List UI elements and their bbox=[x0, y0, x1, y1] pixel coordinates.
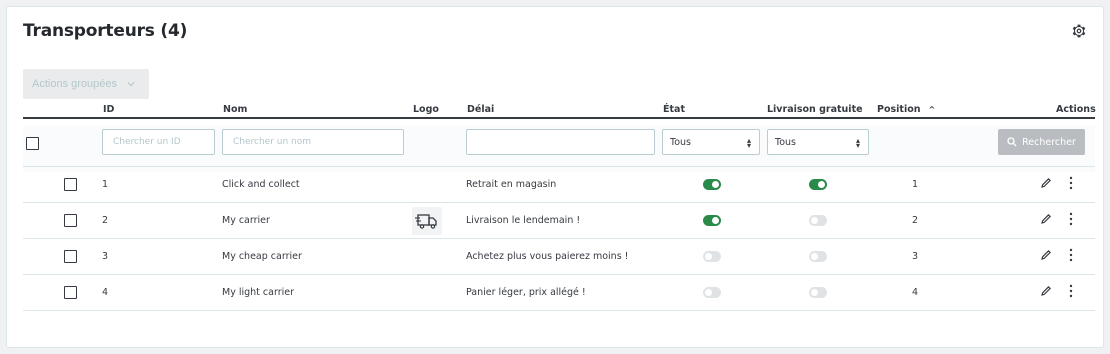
carriers-card: Transporteurs (4) Actions groupées ID No… bbox=[6, 6, 1104, 348]
state-toggle[interactable] bbox=[703, 287, 721, 298]
state-toggle[interactable] bbox=[703, 179, 721, 190]
free-shipping-filter-select[interactable]: Tous ▴ ▾ bbox=[767, 129, 869, 155]
row-id: 2 bbox=[102, 215, 109, 226]
toggle-knob bbox=[712, 181, 719, 188]
toggle-knob bbox=[705, 289, 712, 296]
gear-icon[interactable] bbox=[1071, 23, 1087, 39]
free-shipping-toggle[interactable] bbox=[809, 251, 827, 262]
table-row: 2 My carrier Livraison le lendemain ! 2 bbox=[23, 203, 1095, 239]
search-icon bbox=[1007, 137, 1017, 147]
delay-filter-input[interactable] bbox=[466, 129, 655, 155]
row-name: My carrier bbox=[222, 215, 270, 226]
state-filter-select[interactable]: Tous ▴ ▾ bbox=[662, 129, 760, 155]
toggle-knob bbox=[811, 253, 818, 260]
column-header-delay[interactable]: Délai bbox=[467, 104, 494, 115]
free-shipping-toggle[interactable] bbox=[809, 215, 827, 226]
bulk-actions-label: Actions groupées bbox=[32, 78, 117, 90]
search-button-label: Rechercher bbox=[1022, 136, 1076, 148]
row-position: 1 bbox=[912, 179, 919, 190]
row-checkbox[interactable] bbox=[64, 250, 77, 263]
delivery-truck-icon bbox=[415, 214, 437, 229]
more-actions-icon[interactable] bbox=[1069, 248, 1073, 262]
row-name: Click and collect bbox=[222, 179, 300, 190]
toggle-knob bbox=[705, 253, 712, 260]
table-row: 1 Click and collect Retrait en magasin 1 bbox=[23, 167, 1095, 203]
more-actions-icon[interactable] bbox=[1069, 212, 1073, 226]
row-id: 1 bbox=[102, 179, 109, 190]
table-row: 4 My light carrier Panier léger, prix al… bbox=[23, 275, 1095, 311]
row-delay: Panier léger, prix allégé ! bbox=[466, 287, 586, 298]
page-title: Transporteurs (4) bbox=[23, 21, 188, 41]
toggle-knob bbox=[811, 289, 818, 296]
row-id: 3 bbox=[102, 251, 109, 262]
column-header-state[interactable]: État bbox=[663, 104, 685, 115]
toggle-knob bbox=[818, 181, 825, 188]
id-filter-input[interactable]: Chercher un ID bbox=[102, 129, 215, 155]
row-position: 4 bbox=[912, 287, 919, 298]
name-filter-input[interactable]: Chercher un nom bbox=[222, 129, 404, 155]
edit-pencil-icon[interactable] bbox=[1040, 213, 1052, 225]
edit-pencil-icon[interactable] bbox=[1040, 177, 1052, 189]
carrier-logo bbox=[412, 207, 442, 235]
row-checkbox[interactable] bbox=[64, 178, 77, 191]
select-arrows-icon: ▴ ▾ bbox=[855, 136, 860, 150]
search-button[interactable]: Rechercher bbox=[998, 129, 1085, 155]
row-delay: Livraison le lendemain ! bbox=[466, 215, 581, 226]
row-position: 2 bbox=[912, 215, 919, 226]
position-header-label: Position bbox=[877, 104, 921, 115]
row-divider bbox=[23, 310, 1095, 311]
column-header-logo: Logo bbox=[413, 104, 439, 115]
bulk-actions-button[interactable]: Actions groupées bbox=[23, 69, 149, 99]
sort-asc-icon: ^ bbox=[928, 105, 936, 114]
chevron-down-icon bbox=[127, 82, 135, 87]
free-shipping-toggle[interactable] bbox=[809, 179, 827, 190]
header-divider bbox=[23, 117, 1095, 119]
row-name: My cheap carrier bbox=[222, 251, 302, 262]
more-actions-icon[interactable] bbox=[1069, 284, 1073, 298]
edit-pencil-icon[interactable] bbox=[1040, 285, 1052, 297]
free-shipping-filter-value: Tous bbox=[775, 136, 796, 148]
select-arrows-icon: ▴ ▾ bbox=[746, 136, 751, 150]
column-header-name[interactable]: Nom bbox=[223, 104, 247, 115]
toggle-knob bbox=[712, 217, 719, 224]
state-filter-value: Tous bbox=[670, 136, 691, 148]
column-header-free-shipping[interactable]: Livraison gratuite bbox=[767, 104, 863, 115]
column-header-id[interactable]: ID bbox=[103, 104, 114, 115]
more-actions-icon[interactable] bbox=[1069, 176, 1073, 190]
row-position: 3 bbox=[912, 251, 919, 262]
column-header-actions: Actions bbox=[1056, 104, 1096, 115]
edit-pencil-icon[interactable] bbox=[1040, 249, 1052, 261]
state-toggle[interactable] bbox=[703, 251, 721, 262]
row-checkbox[interactable] bbox=[64, 214, 77, 227]
free-shipping-toggle[interactable] bbox=[809, 287, 827, 298]
state-toggle[interactable] bbox=[703, 215, 721, 226]
row-checkbox[interactable] bbox=[64, 286, 77, 299]
select-all-checkbox[interactable] bbox=[26, 137, 39, 150]
row-delay: Achetez plus vous paierez moins ! bbox=[466, 251, 629, 262]
column-header-position[interactable]: Position ^ bbox=[877, 104, 935, 115]
row-delay: Retrait en magasin bbox=[466, 179, 557, 190]
table-row: 3 My cheap carrier Achetez plus vous pai… bbox=[23, 239, 1095, 275]
row-name: My light carrier bbox=[222, 287, 294, 298]
row-id: 4 bbox=[102, 287, 109, 298]
toggle-knob bbox=[811, 217, 818, 224]
